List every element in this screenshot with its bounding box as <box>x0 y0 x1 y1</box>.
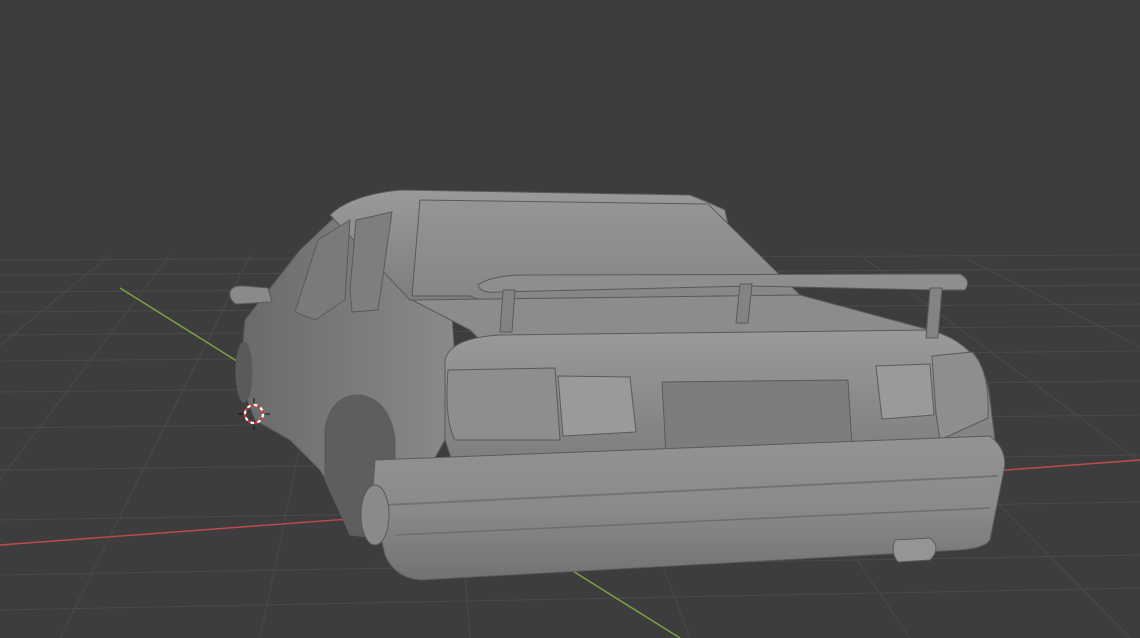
tail-light-right-inner <box>875 363 935 420</box>
car-mesh[interactable] <box>229 189 1006 581</box>
spoiler-strut-right <box>925 287 943 339</box>
front-wheel <box>235 341 253 403</box>
3d-viewport[interactable] <box>0 0 1140 638</box>
side-mirror <box>229 285 273 305</box>
tail-light-left <box>446 367 561 441</box>
exhaust-pipe <box>892 537 937 563</box>
rear-brake-disc <box>360 484 390 546</box>
tail-light-left-inner <box>557 375 637 437</box>
viewport-canvas[interactable] <box>0 0 1140 638</box>
spoiler-strut-left <box>499 289 516 333</box>
